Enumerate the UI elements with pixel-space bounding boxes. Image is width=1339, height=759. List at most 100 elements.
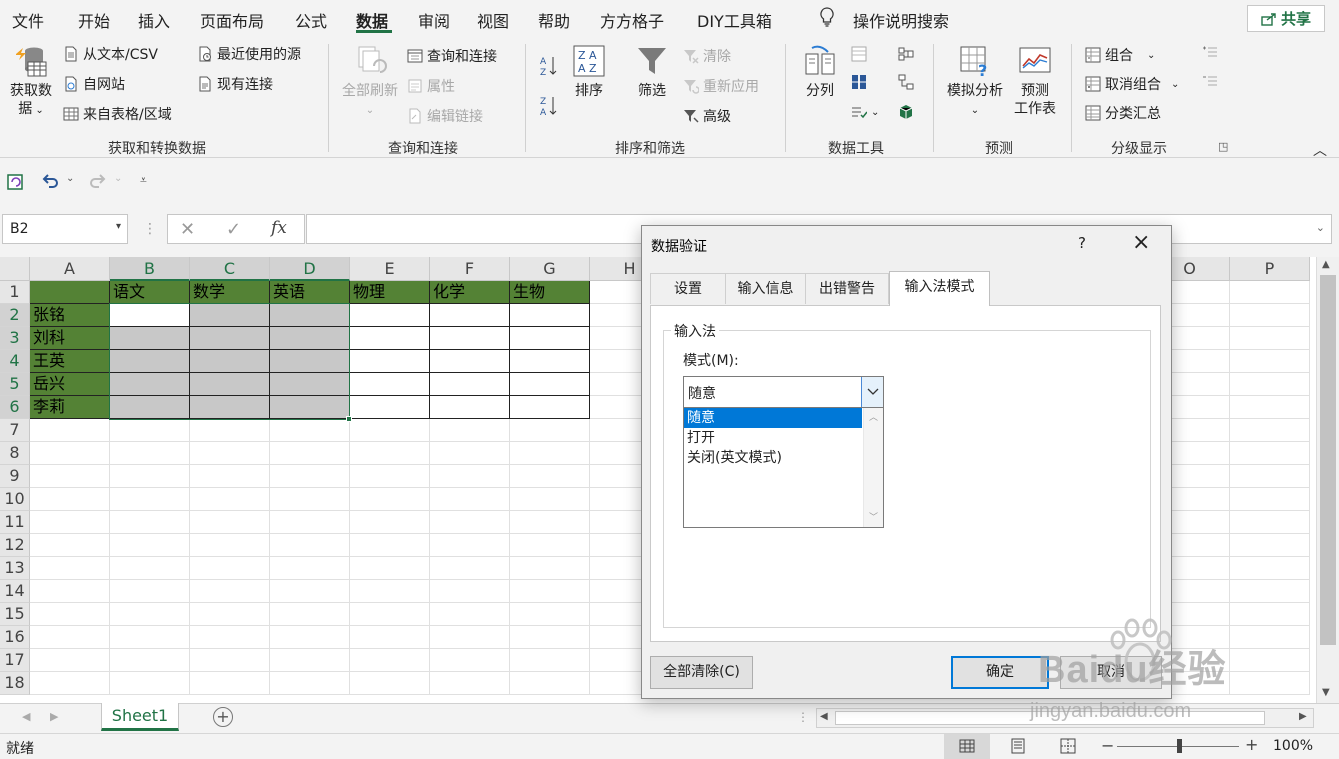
cell[interactable] bbox=[510, 626, 590, 649]
row-header[interactable]: 3 bbox=[0, 327, 30, 350]
cell[interactable] bbox=[190, 580, 270, 603]
cell[interactable] bbox=[270, 419, 350, 442]
tab-input-message[interactable]: 输入信息 bbox=[725, 273, 806, 304]
row-header[interactable]: 4 bbox=[0, 350, 30, 373]
column-header[interactable]: F bbox=[430, 257, 510, 281]
cell[interactable] bbox=[270, 350, 350, 373]
from-table-button[interactable]: 来自表格/区域 bbox=[63, 104, 172, 124]
zoom-slider-thumb[interactable] bbox=[1177, 739, 1182, 753]
tab-review[interactable]: 审阅 bbox=[418, 8, 450, 32]
row-header[interactable]: 18 bbox=[0, 672, 30, 695]
cell[interactable] bbox=[110, 557, 190, 580]
clear-filter-button[interactable]: 清除 bbox=[683, 46, 731, 66]
cell[interactable] bbox=[430, 465, 510, 488]
row-header[interactable]: 15 bbox=[0, 603, 30, 626]
cell[interactable] bbox=[270, 373, 350, 396]
cell[interactable] bbox=[430, 557, 510, 580]
cell[interactable] bbox=[510, 304, 590, 327]
cell[interactable] bbox=[1230, 373, 1310, 396]
hscroll-thumb[interactable] bbox=[835, 711, 1265, 725]
cell[interactable] bbox=[1230, 442, 1310, 465]
cell[interactable] bbox=[430, 603, 510, 626]
cell[interactable] bbox=[430, 396, 510, 419]
page-break-view-icon[interactable] bbox=[1060, 738, 1076, 758]
undo-icon[interactable] bbox=[40, 171, 60, 191]
cell[interactable] bbox=[510, 511, 590, 534]
normal-view-button[interactable] bbox=[944, 734, 990, 759]
cell[interactable] bbox=[190, 442, 270, 465]
cell[interactable]: 李莉 bbox=[30, 396, 110, 419]
cell[interactable] bbox=[190, 626, 270, 649]
cell[interactable] bbox=[30, 626, 110, 649]
cell[interactable] bbox=[1230, 327, 1310, 350]
cell[interactable] bbox=[1230, 534, 1310, 557]
cell[interactable] bbox=[110, 649, 190, 672]
cell[interactable] bbox=[110, 580, 190, 603]
mode-options-list[interactable]: 随意 打开 关闭(英文模式) ︿ ﹀ bbox=[683, 407, 884, 528]
column-header[interactable]: D bbox=[270, 257, 350, 281]
hide-detail-button[interactable] bbox=[1202, 74, 1218, 90]
cell[interactable] bbox=[270, 465, 350, 488]
column-header[interactable]: P bbox=[1230, 257, 1310, 281]
cell[interactable] bbox=[270, 626, 350, 649]
data-validation-button[interactable]: ⌄ bbox=[851, 104, 879, 120]
cell[interactable] bbox=[510, 396, 590, 419]
sheet-tab-sheet1[interactable]: Sheet1 bbox=[101, 703, 179, 731]
scrollbar-thumb[interactable] bbox=[1320, 275, 1336, 645]
cancel-button[interactable]: 取消 bbox=[1060, 656, 1162, 689]
cell[interactable] bbox=[110, 396, 190, 419]
group-button[interactable]: 组合 ⌄ bbox=[1085, 45, 1155, 65]
cell[interactable] bbox=[350, 442, 430, 465]
cell[interactable] bbox=[510, 419, 590, 442]
cell[interactable] bbox=[30, 557, 110, 580]
redo-dropdown-icon[interactable]: ⌄ bbox=[114, 173, 122, 184]
close-icon[interactable]: × bbox=[1132, 230, 1150, 256]
data-model-button[interactable] bbox=[898, 104, 914, 120]
option-on[interactable]: 打开 bbox=[684, 428, 862, 448]
text-to-columns-button[interactable]: 分列 bbox=[800, 44, 840, 100]
refresh-sheet-icon[interactable] bbox=[6, 172, 26, 192]
cell[interactable] bbox=[510, 672, 590, 695]
name-box[interactable]: B2 ▾ bbox=[2, 214, 128, 244]
cell[interactable] bbox=[430, 327, 510, 350]
cell[interactable] bbox=[270, 396, 350, 419]
cell[interactable] bbox=[350, 396, 430, 419]
cell[interactable] bbox=[270, 488, 350, 511]
existing-connections-button[interactable]: 现有连接 bbox=[197, 74, 273, 94]
cell[interactable]: 语文 bbox=[110, 281, 190, 304]
cell[interactable] bbox=[30, 419, 110, 442]
cell[interactable] bbox=[430, 442, 510, 465]
cell[interactable] bbox=[30, 580, 110, 603]
refresh-all-button[interactable]: 全部刷新 ⌄ bbox=[338, 44, 402, 120]
column-header[interactable]: A bbox=[30, 257, 110, 281]
chevron-up-icon[interactable]: ︿ bbox=[869, 410, 878, 423]
prev-sheet-icon[interactable]: ◀ bbox=[22, 710, 30, 723]
cell[interactable] bbox=[1230, 557, 1310, 580]
cell[interactable] bbox=[190, 672, 270, 695]
cell[interactable]: 数学 bbox=[190, 281, 270, 304]
page-layout-view-icon[interactable] bbox=[1010, 738, 1026, 758]
cell[interactable] bbox=[1230, 281, 1310, 304]
row-header[interactable]: 9 bbox=[0, 465, 30, 488]
cell[interactable] bbox=[510, 488, 590, 511]
cell[interactable] bbox=[430, 649, 510, 672]
cell[interactable] bbox=[430, 534, 510, 557]
row-header[interactable]: 7 bbox=[0, 419, 30, 442]
row-header[interactable]: 2 bbox=[0, 304, 30, 327]
cell[interactable] bbox=[110, 373, 190, 396]
cell[interactable] bbox=[350, 557, 430, 580]
cell[interactable] bbox=[110, 626, 190, 649]
option-off-english[interactable]: 关闭(英文模式) bbox=[684, 448, 862, 468]
cell[interactable]: 物理 bbox=[350, 281, 430, 304]
scroll-up-icon[interactable]: ▲ bbox=[1322, 259, 1330, 270]
subtotal-button[interactable]: 分类汇总 bbox=[1085, 103, 1161, 123]
cell[interactable] bbox=[430, 350, 510, 373]
cell[interactable] bbox=[30, 488, 110, 511]
properties-button[interactable]: 属性 bbox=[407, 76, 455, 96]
cell[interactable] bbox=[110, 327, 190, 350]
row-header[interactable]: 6 bbox=[0, 396, 30, 419]
option-any[interactable]: 随意 bbox=[684, 408, 862, 428]
cell[interactable] bbox=[190, 488, 270, 511]
help-icon[interactable]: ? bbox=[1078, 234, 1086, 252]
cell[interactable] bbox=[1230, 488, 1310, 511]
